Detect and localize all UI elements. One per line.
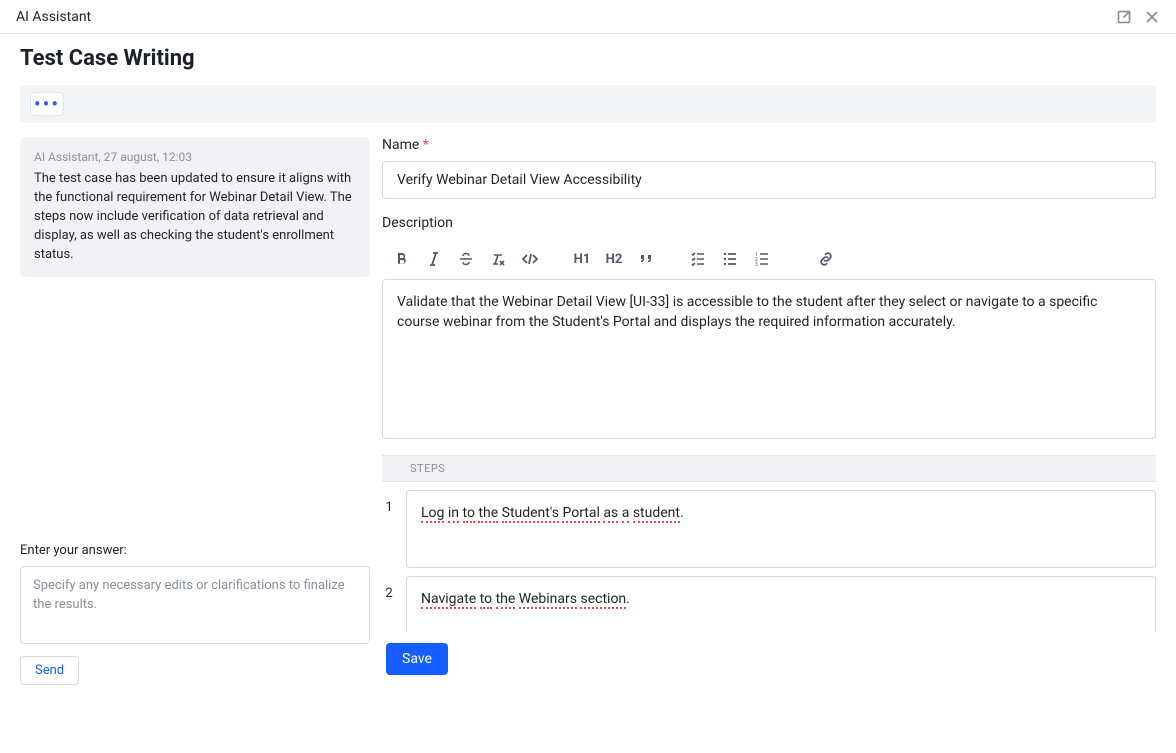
name-label: Name * xyxy=(382,137,1156,153)
send-button[interactable]: Send xyxy=(20,656,79,685)
bullet-list-icon[interactable] xyxy=(716,245,744,273)
numbered-list-icon[interactable]: 123 xyxy=(748,245,776,273)
checklist-icon[interactable] xyxy=(684,245,712,273)
assistant-message-body: The test case has been updated to ensure… xyxy=(34,170,356,264)
name-label-text: Name xyxy=(382,137,419,153)
topbar-actions xyxy=(1116,9,1160,25)
step-editor[interactable]: Log in to the Student's Portal as a stud… xyxy=(406,490,1156,568)
form-column: Name * Description xyxy=(382,137,1162,685)
save-button[interactable]: Save xyxy=(386,643,448,675)
topbar: AI Assistant xyxy=(0,0,1176,34)
assistant-message: AI Assistant, 27 august, 12:03 The test … xyxy=(20,137,370,277)
answer-label: Enter your answer: xyxy=(20,543,370,558)
description-editor[interactable]: Validate that the Webinar Detail View [U… xyxy=(382,279,1156,439)
bold-icon[interactable] xyxy=(388,245,416,273)
code-icon[interactable] xyxy=(516,245,544,273)
loading-row: ••• xyxy=(20,85,1156,123)
open-external-icon[interactable] xyxy=(1116,9,1132,25)
step-row: 1 Log in to the Student's Portal as a stu… xyxy=(382,490,1156,568)
description-label: Description xyxy=(382,215,1156,231)
name-input[interactable] xyxy=(382,161,1156,199)
step-number: 1 xyxy=(382,490,396,515)
page-title: Test Case Writing xyxy=(0,34,1176,85)
h1-button[interactable]: H1 xyxy=(568,245,596,273)
italic-icon[interactable] xyxy=(420,245,448,273)
conversation-column: AI Assistant, 27 august, 12:03 The test … xyxy=(20,137,370,685)
form-scroll[interactable]: Name * Description xyxy=(382,137,1162,685)
rich-text-toolbar: H1 H2 123 xyxy=(382,239,1156,279)
required-star: * xyxy=(423,137,429,153)
strikethrough-icon[interactable] xyxy=(452,245,480,273)
topbar-title: AI Assistant xyxy=(16,9,91,25)
loading-dots-icon: ••• xyxy=(30,92,64,116)
clear-format-icon[interactable] xyxy=(484,245,512,273)
assistant-message-meta: AI Assistant, 27 august, 12:03 xyxy=(34,149,356,166)
steps-header: Steps xyxy=(382,455,1156,482)
save-row: Save xyxy=(382,632,1162,685)
quote-icon[interactable] xyxy=(632,245,660,273)
answer-input[interactable] xyxy=(20,566,370,644)
close-icon[interactable] xyxy=(1144,9,1160,25)
link-icon[interactable] xyxy=(812,245,840,273)
step-number: 2 xyxy=(382,576,396,601)
h2-button[interactable]: H2 xyxy=(600,245,628,273)
svg-text:3: 3 xyxy=(755,262,758,267)
